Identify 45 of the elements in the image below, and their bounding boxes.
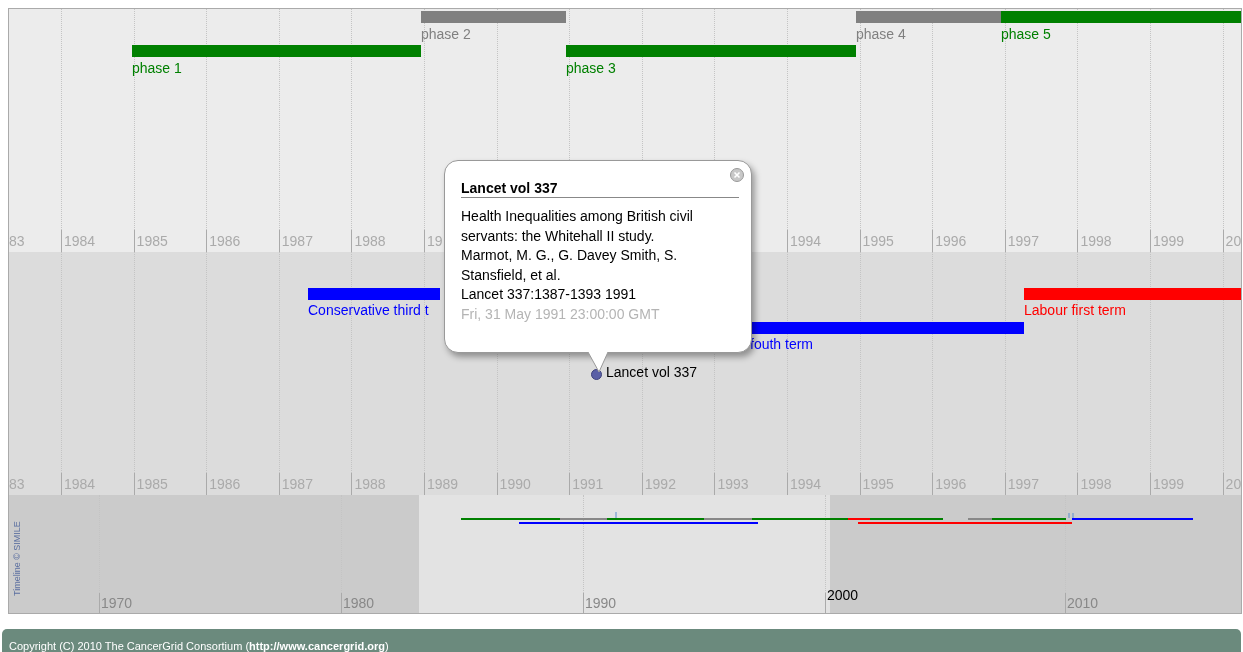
phase-bar[interactable] xyxy=(421,11,566,23)
popup-title: Lancet vol 337 xyxy=(461,180,739,198)
decade-label: 2010 xyxy=(1067,595,1099,611)
year-label: 1999 xyxy=(1153,233,1185,249)
term-label[interactable]: fouth term xyxy=(750,336,814,352)
year-label: 1988 xyxy=(354,233,386,249)
year-label: 1984 xyxy=(64,233,96,249)
year-label: 20 xyxy=(1225,233,1241,249)
phase-label[interactable]: phase 1 xyxy=(132,60,182,76)
close-icon[interactable] xyxy=(730,168,744,182)
decade-label: 1970 xyxy=(101,595,133,611)
credit-text[interactable]: Timeline © SIMILE xyxy=(12,500,22,596)
year-label: 19 xyxy=(427,233,443,249)
term-label[interactable]: Labour first term xyxy=(1024,302,1126,318)
copyright-text: Copyright (C) 2010 The CancerGrid Consortium (http://www.cancergrid.org) xyxy=(9,640,389,652)
year-label: 1997 xyxy=(1007,233,1039,249)
phase-label[interactable]: phase 5 xyxy=(1001,26,1051,42)
decade-label: 2000 xyxy=(827,587,859,603)
year-label: 1985 xyxy=(136,233,168,249)
year-label: 1987 xyxy=(281,233,313,249)
event-label[interactable]: Lancet vol 337 xyxy=(606,364,698,380)
phase-bar[interactable] xyxy=(132,45,421,57)
decade-label: 1980 xyxy=(343,595,375,611)
popup-authors: Marmot, M. G., G. Davey Smith, S. Stansfield, et al. xyxy=(461,246,679,285)
popup-description: Health Inequalities among British civil servants: the Whitehall II study. xyxy=(461,207,694,246)
year-label: 1994 xyxy=(790,233,822,249)
decade-label: 1990 xyxy=(585,595,617,611)
term-bar[interactable] xyxy=(1024,288,1241,300)
phase-label[interactable]: phase 3 xyxy=(566,60,616,76)
phase-label[interactable]: phase 2 xyxy=(421,26,471,42)
term-bar[interactable] xyxy=(751,322,1024,334)
phase-bar[interactable] xyxy=(566,45,856,57)
year-label: 1998 xyxy=(1080,233,1112,249)
popup-citation: Lancet 337:1387-1393 1991 xyxy=(461,285,638,304)
phase-bar[interactable] xyxy=(856,11,1001,23)
year-label: 83 xyxy=(9,233,25,249)
phase-bar[interactable] xyxy=(1001,11,1241,23)
year-label: 1996 xyxy=(935,233,967,249)
phase-label[interactable]: phase 4 xyxy=(856,26,906,42)
term-label[interactable]: Conservative third t xyxy=(308,302,429,318)
year-label: 1986 xyxy=(209,233,241,249)
event-dot[interactable] xyxy=(591,369,602,380)
year-label: 1995 xyxy=(862,233,894,249)
term-bar[interactable] xyxy=(308,288,440,300)
popup-date: Fri, 31 May 1991 23:00:00 GMT xyxy=(461,304,661,324)
